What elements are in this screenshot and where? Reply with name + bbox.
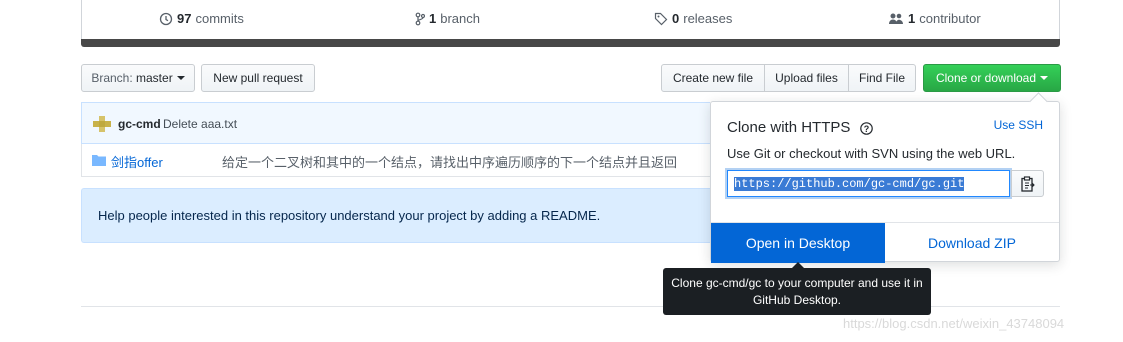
contributors-link[interactable]: 1 contributor: [888, 11, 981, 26]
file-name-link[interactable]: 剑指offer: [111, 152, 163, 171]
readme-prompt-box: Help people interested in this repositor…: [81, 188, 710, 243]
caret-down-icon: [176, 76, 185, 80]
clone-dropdown: Clone with HTTPS ? Use SSH Use Git or ch…: [710, 92, 1060, 263]
branch-label: branch: [440, 11, 480, 26]
branch-select-button[interactable]: Branch: master: [81, 64, 195, 92]
file-commit-message[interactable]: 给定一个二叉树和其中的一个结点，请找出中序遍历顺序的下一个结点并且返回: [222, 152, 710, 171]
history-icon: [159, 12, 173, 25]
clone-url-text: https://github.com/gc-cmd/gc.git: [734, 176, 965, 191]
use-ssh-link[interactable]: Use SSH: [994, 118, 1043, 132]
readme-prompt-text: Help people interested in this repositor…: [98, 208, 601, 223]
question-icon[interactable]: ?: [860, 122, 873, 135]
repo-summary: 97 commits 1 branch 0 releases 1 contrib…: [81, 0, 1060, 40]
clone-description: Use Git or checkout with SVN using the w…: [727, 146, 1016, 161]
watermark: https://blog.csdn.net/weixin_43748094: [843, 316, 1065, 331]
commit-author[interactable]: gc-cmd: [118, 117, 161, 131]
avatar[interactable]: [93, 116, 111, 132]
folder-icon: [92, 155, 106, 166]
clone-or-download-button[interactable]: Clone or download: [923, 64, 1061, 92]
contributor-count: 1: [908, 11, 916, 26]
branches-link[interactable]: 1 branch: [415, 11, 480, 26]
people-icon: [889, 13, 903, 24]
commit-message[interactable]: Delete aaa.txt: [163, 117, 237, 131]
upload-files-button[interactable]: Upload files: [764, 64, 849, 92]
contributor-label: contributor: [919, 11, 981, 26]
download-zip-button[interactable]: Download ZIP: [885, 223, 1059, 263]
latest-commit-bar: gc-cmd Delete aaa.txt: [81, 102, 710, 144]
create-new-file-button[interactable]: Create new file: [661, 64, 765, 92]
open-in-desktop-button[interactable]: Open in Desktop: [711, 223, 885, 263]
table-row: 剑指offer 给定一个二叉树和其中的一个结点，请找出中序遍历顺序的下一个结点并…: [81, 144, 710, 177]
branch-count: 1: [429, 11, 437, 26]
new-pull-request-button[interactable]: New pull request: [201, 64, 315, 92]
releases-count: 0: [672, 11, 680, 26]
find-file-button[interactable]: Find File: [848, 64, 916, 92]
branch-icon: [415, 12, 425, 25]
tag-icon: [654, 12, 668, 25]
releases-link[interactable]: 0 releases: [654, 11, 732, 26]
open-in-desktop-tooltip: Clone gc-cmd/gc to your computer and use…: [663, 268, 931, 315]
commits-count: 97: [177, 11, 192, 26]
svg-text:?: ?: [864, 124, 870, 134]
dropdown-footer: Open in Desktop Download ZIP: [711, 222, 1059, 263]
language-bar[interactable]: [81, 39, 1060, 47]
clone-url-input[interactable]: https://github.com/gc-cmd/gc.git: [727, 170, 1010, 197]
dropdown-arrow: [1029, 92, 1048, 111]
commits-label: commits: [195, 11, 244, 26]
copy-to-clipboard-button[interactable]: [1011, 170, 1044, 197]
clone-title: Clone with HTTPS: [727, 119, 851, 136]
clipboard-icon: [1020, 175, 1035, 192]
branch-prefix: Branch:: [91, 71, 133, 85]
commits-link[interactable]: 97 commits: [159, 11, 244, 26]
clone-or-download-label: Clone or download: [935, 71, 1037, 85]
caret-down-icon: [1040, 76, 1049, 80]
branch-name: master: [136, 71, 173, 85]
releases-label: releases: [683, 11, 733, 26]
